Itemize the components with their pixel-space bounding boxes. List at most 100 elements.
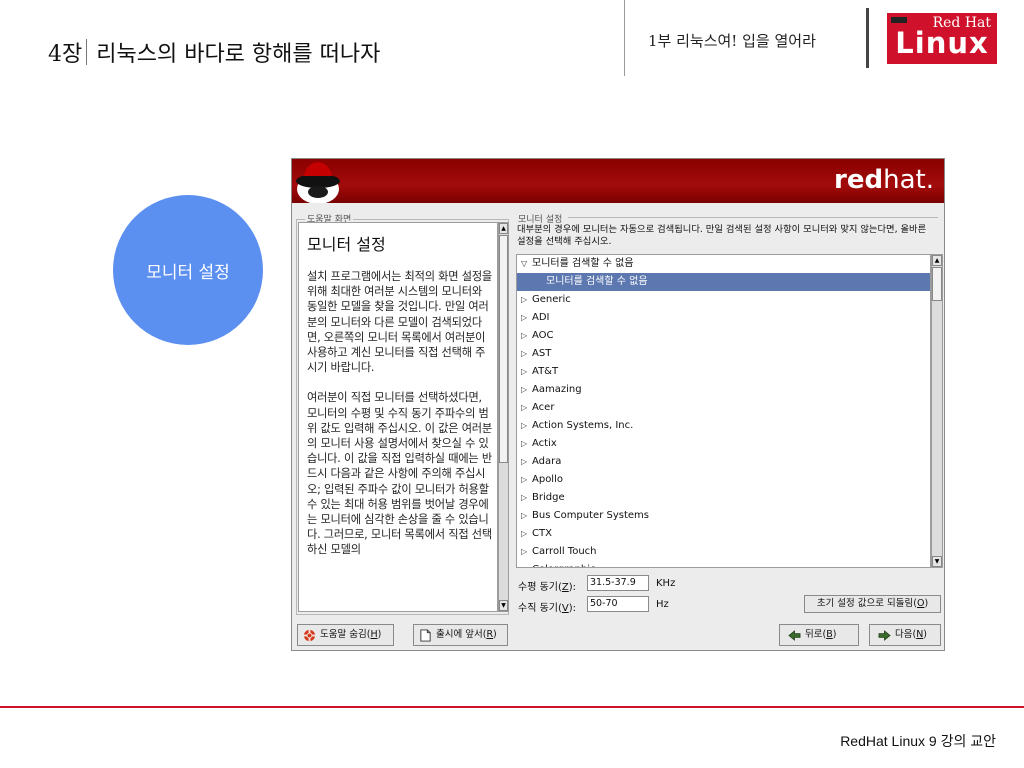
tree-group-label: AT&T bbox=[532, 366, 559, 377]
monitor-list[interactable]: ▽ 모니터를 검색할 수 없음 모니터를 검색할 수 없음 ▷ Generic ▷ AD… bbox=[516, 254, 931, 568]
horizontal-sync-label-text: 수평 동기( bbox=[518, 582, 562, 593]
tree-group-label: Bridge bbox=[532, 492, 565, 503]
next-arrow-icon bbox=[878, 629, 891, 641]
scroll-down-icon[interactable]: ▼ bbox=[932, 556, 942, 567]
installer-window: redhat. 도움말 화면 모니터 설정 설치 프로그램에서는 최적의 화면 … bbox=[291, 158, 945, 651]
tree-group-collapsed[interactable]: ▷ Bus Computer Systems bbox=[517, 507, 930, 525]
tree-group-collapsed[interactable]: ▷ ADI bbox=[517, 309, 930, 327]
tree-item-label: 모니터를 검색할 수 없음 bbox=[546, 276, 648, 287]
help-scrollbar[interactable]: ▲ ▼ bbox=[498, 222, 509, 612]
brand-light: hat. bbox=[883, 165, 934, 195]
monitor-list-scrollbar[interactable]: ▲ ▼ bbox=[931, 254, 943, 568]
tree-group-collapsed[interactable]: ▷ Aamazing bbox=[517, 381, 930, 399]
tree-group-label: Actix bbox=[532, 438, 557, 449]
hide-help-paren: ) bbox=[377, 629, 382, 640]
collapsed-triangle-icon[interactable]: ▷ bbox=[521, 291, 532, 309]
tree-group-collapsed[interactable]: ▷ AOC bbox=[517, 327, 930, 345]
tree-group-collapsed[interactable]: ▷ Action Systems, Inc. bbox=[517, 417, 930, 435]
help-heading: 모니터 설정 bbox=[307, 235, 386, 254]
expanded-triangle-icon[interactable]: ▽ bbox=[521, 255, 532, 273]
tree-group-collapsed[interactable]: ▷ Bridge bbox=[517, 489, 930, 507]
release-notes-button[interactable]: 출시에 앞서(R) bbox=[413, 624, 508, 646]
tree-group-collapsed[interactable]: ▷ Apollo bbox=[517, 471, 930, 489]
hide-help-accel: H bbox=[370, 629, 378, 640]
installer-banner: redhat. bbox=[292, 159, 944, 203]
logo-text: Linux bbox=[895, 26, 989, 60]
chapter-title: 4장 리눅스의 바다로 항해를 떠나자 bbox=[48, 36, 380, 68]
reset-defaults-button[interactable]: 초기 설정 값으로 되돌림(O) bbox=[804, 595, 941, 613]
tree-group-label: Action Systems, Inc. bbox=[532, 420, 634, 431]
collapsed-triangle-icon[interactable]: ▷ bbox=[521, 381, 532, 399]
vertical-sync-label: 수직 동기(V): bbox=[518, 599, 576, 614]
document-icon bbox=[420, 628, 431, 642]
collapsed-triangle-icon[interactable]: ▷ bbox=[521, 489, 532, 507]
monitor-list-scrollbar-thumb[interactable] bbox=[932, 267, 942, 301]
monitor-group-list: ▷ Generic ▷ ADI ▷ AOC ▷ AST ▷ AT&T ▷ Aamazing ▷ Acer ▷… bbox=[517, 291, 930, 567]
tree-group-label: AOC bbox=[532, 330, 554, 341]
vertical-sync-label-suffix: ): bbox=[568, 603, 577, 614]
tree-group-collapsed[interactable]: ▷ CTX bbox=[517, 525, 930, 543]
tree-group-label: Bus Computer Systems bbox=[532, 510, 649, 521]
tree-group-collapsed[interactable]: ▷ AST bbox=[517, 345, 930, 363]
redhat-wordmark: redhat. bbox=[834, 165, 934, 195]
lifebuoy-icon bbox=[303, 629, 316, 641]
back-arrow-icon bbox=[788, 629, 801, 641]
help-paragraph: 설치 프로그램에서는 최적의 화면 설정을 위해 최대한 여러분 시스템의 모니… bbox=[307, 270, 492, 375]
help-paragraph: 여러분이 직접 모니터를 선택하셨다면, 모니터의 수평 및 수직 동기 주파수… bbox=[307, 391, 492, 557]
scroll-up-icon[interactable]: ▲ bbox=[499, 223, 508, 234]
collapsed-triangle-icon[interactable]: ▷ bbox=[521, 471, 532, 489]
collapsed-triangle-icon[interactable]: ▷ bbox=[521, 309, 532, 327]
tree-group-label: ADI bbox=[532, 312, 550, 323]
topic-badge-label: 모니터 설정 bbox=[146, 262, 230, 283]
tree-group-collapsed[interactable]: ▷ Acer bbox=[517, 399, 930, 417]
back-button[interactable]: 뒤로(B) bbox=[779, 624, 859, 646]
help-scrollbar-thumb[interactable] bbox=[499, 235, 508, 463]
tree-group-expanded[interactable]: ▽ 모니터를 검색할 수 없음 bbox=[517, 255, 930, 273]
horizontal-sync-label-suffix: ): bbox=[568, 582, 577, 593]
tree-group-collapsed[interactable]: ▷Colorgraphic bbox=[517, 561, 930, 567]
collapsed-triangle-icon[interactable]: ▷ bbox=[521, 363, 532, 381]
collapsed-triangle-icon[interactable]: ▷ bbox=[521, 561, 532, 567]
next-button[interactable]: 다음(N) bbox=[869, 624, 941, 646]
tree-group-collapsed[interactable]: ▷ Actix bbox=[517, 435, 930, 453]
collapsed-triangle-icon[interactable]: ▷ bbox=[521, 543, 532, 561]
back-paren: ) bbox=[832, 629, 837, 640]
collapsed-triangle-icon[interactable]: ▷ bbox=[521, 453, 532, 471]
title-separator bbox=[86, 39, 88, 65]
tree-group-collapsed[interactable]: ▷ Adara bbox=[517, 453, 930, 471]
slide: 4장 리눅스의 바다로 항해를 떠나자 1부 리눅스여! 입을 열어라 Red … bbox=[0, 0, 1024, 768]
tree-group-label: AST bbox=[532, 348, 552, 359]
release-notes-accel: R bbox=[486, 629, 494, 640]
tree-group-label: Adara bbox=[532, 456, 562, 467]
collapsed-triangle-icon[interactable]: ▷ bbox=[521, 327, 532, 345]
next-accel: N bbox=[916, 629, 924, 640]
tree-group-label: Aamazing bbox=[532, 384, 582, 395]
horizontal-sync-input[interactable]: 31.5-37.9 bbox=[587, 575, 649, 591]
release-notes-paren: ) bbox=[493, 629, 497, 640]
part-title: 1부 리눅스여! 입을 열어라 bbox=[648, 32, 816, 50]
help-text-area[interactable]: 모니터 설정 설치 프로그램에서는 최적의 화면 설정을 위해 최대한 여러분 … bbox=[298, 222, 498, 612]
vertical-sync-accel: V bbox=[561, 603, 569, 614]
collapsed-triangle-icon[interactable]: ▷ bbox=[521, 417, 532, 435]
hide-help-button[interactable]: 도움말 숨김(H) bbox=[297, 624, 394, 646]
collapsed-triangle-icon[interactable]: ▷ bbox=[521, 345, 532, 363]
tree-item-selected[interactable]: 모니터를 검색할 수 없음 bbox=[517, 273, 930, 291]
scroll-down-icon[interactable]: ▼ bbox=[499, 600, 508, 611]
vertical-sync-input[interactable]: 50-70 bbox=[587, 596, 649, 612]
chapter-title-text: 리눅스의 바다로 항해를 떠나자 bbox=[96, 42, 381, 67]
collapsed-triangle-icon[interactable]: ▷ bbox=[521, 435, 532, 453]
collapsed-triangle-icon[interactable]: ▷ bbox=[521, 525, 532, 543]
collapsed-triangle-icon[interactable]: ▷ bbox=[521, 507, 532, 525]
header-divider bbox=[624, 0, 625, 76]
next-paren: ) bbox=[923, 629, 928, 640]
shadowman-icon bbox=[296, 162, 340, 203]
tree-group-collapsed[interactable]: ▷ Carroll Touch bbox=[517, 543, 930, 561]
tree-group-label: Colorgraphic bbox=[532, 564, 595, 567]
tree-group-collapsed[interactable]: ▷ Generic bbox=[517, 291, 930, 309]
scroll-up-icon[interactable]: ▲ bbox=[932, 255, 942, 266]
chapter-number: 4장 bbox=[48, 42, 83, 67]
logo-divider bbox=[866, 8, 869, 68]
collapsed-triangle-icon[interactable]: ▷ bbox=[521, 399, 532, 417]
tree-group-collapsed[interactable]: ▷ AT&T bbox=[517, 363, 930, 381]
monitor-frame-line bbox=[568, 217, 938, 218]
